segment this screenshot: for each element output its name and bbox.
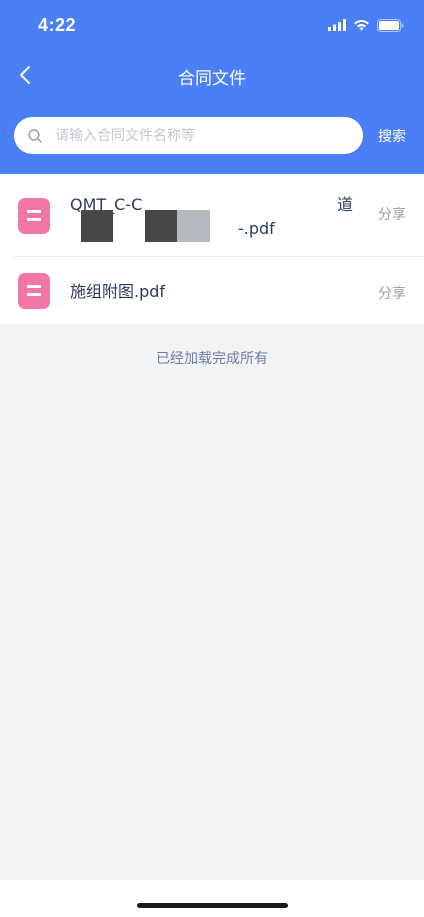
search-button[interactable]: 搜索	[378, 126, 406, 146]
share-button[interactable]: 分享	[378, 283, 406, 303]
status-time: 4:22	[38, 15, 77, 35]
redaction-block	[81, 210, 113, 242]
file-name-part: -.pdf	[238, 219, 275, 238]
search-row: 搜索	[0, 117, 424, 155]
screen: 4:22 合同文件 请输入合同文件名称等 搜索 QMT_C-C 道 -.pdf …	[0, 0, 424, 917]
status-icons	[328, 17, 404, 33]
search-icon	[28, 128, 42, 143]
list-item[interactable]: QMT_C-C 道 -.pdf 分享	[0, 174, 424, 256]
share-button[interactable]: 分享	[378, 204, 406, 224]
signal-icon	[328, 19, 346, 31]
search-box[interactable]	[14, 117, 363, 154]
file-icon	[18, 273, 50, 309]
file-icon	[18, 198, 50, 234]
page-title: 合同文件	[178, 69, 246, 89]
file-name-part: 道	[337, 195, 354, 214]
redaction-block	[177, 210, 210, 242]
battery-icon	[377, 18, 404, 32]
header: 4:22 合同文件 请输入合同文件名称等 搜索	[0, 0, 424, 174]
wifi-icon	[354, 19, 369, 31]
load-complete-text: 已经加载完成所有	[156, 351, 268, 367]
status-bar: 4:22	[0, 0, 424, 52]
search-input[interactable]	[55, 127, 335, 144]
home-indicator[interactable]	[137, 903, 288, 908]
redaction-block	[145, 210, 177, 242]
nav-bar: 合同文件	[0, 52, 424, 98]
file-name: 施组附图.pdf	[70, 282, 166, 301]
file-list: QMT_C-C 道 -.pdf 分享 施组附图.pdf 分享	[0, 174, 424, 324]
bottom-bar	[0, 880, 424, 917]
list-item[interactable]: 施组附图.pdf 分享	[14, 256, 424, 324]
